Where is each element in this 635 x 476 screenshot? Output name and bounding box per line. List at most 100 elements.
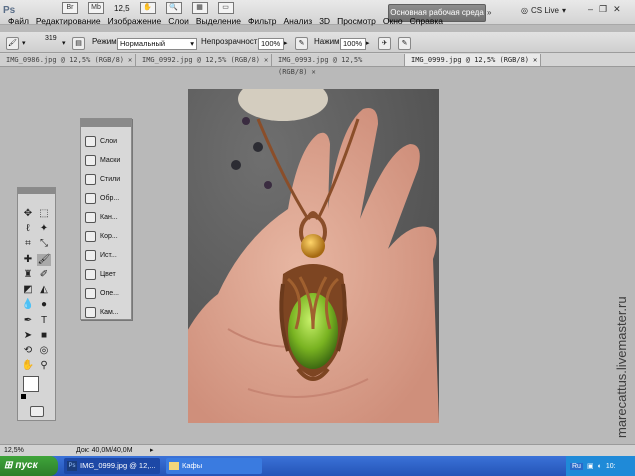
panel-masks[interactable]: Маски	[85, 154, 129, 166]
tab-img-0992[interactable]: IMG_0992.jpg @ 12,5% (RGB/8) ✕	[136, 54, 272, 66]
menu-layers[interactable]: Слои	[168, 16, 189, 26]
chevron-right-icon[interactable]: ▸	[150, 446, 154, 454]
opacity-input[interactable]: 100%	[258, 38, 284, 50]
dodge-tool-icon[interactable]: ●	[37, 299, 51, 311]
mode-select[interactable]: Нормальный ▾	[117, 38, 197, 50]
document-canvas[interactable]	[188, 89, 439, 423]
panel-label: Маски	[100, 156, 121, 164]
minimize-icon[interactable]: –	[588, 4, 593, 15]
mini-bridge-icon[interactable]: Mb	[88, 2, 104, 14]
hand-tool-icon[interactable]: ✋	[139, 2, 156, 14]
menu-help[interactable]: Справка	[410, 16, 443, 26]
panel-channels[interactable]: Кан...	[85, 211, 129, 223]
panel-dock-header[interactable]	[81, 119, 131, 127]
brush-tool-preset-icon[interactable]: 🖌	[6, 37, 19, 50]
eraser-tool-icon[interactable]: ◩	[21, 284, 35, 296]
screen-mode-icon[interactable]: ▭	[217, 2, 234, 14]
brush-panel-icon[interactable]: ▤	[72, 37, 85, 50]
lasso-tool-icon[interactable]: ℓ	[21, 223, 35, 235]
crop-tool-icon[interactable]: ⌗	[21, 238, 35, 250]
pressure-input[interactable]: 100%	[340, 38, 366, 50]
type-tool-icon[interactable]: T	[37, 315, 51, 327]
3d-orbit-tool-icon[interactable]: ◎	[37, 345, 51, 357]
chevron-right-icon[interactable]: ▸	[366, 39, 370, 47]
marquee-tool-icon[interactable]: ⬚	[37, 208, 51, 220]
menu-3d[interactable]: 3D	[319, 16, 330, 26]
quick-select-tool-icon[interactable]: ✦	[37, 223, 51, 235]
system-tray: Ru ▣ ◐ 10:	[566, 456, 635, 476]
history-icon	[85, 249, 96, 261]
network-icon[interactable]: ▣	[587, 462, 594, 470]
restore-icon[interactable]: ❐	[599, 4, 607, 15]
zoom-tool-icon[interactable]: 🔍	[165, 2, 182, 14]
panel-layers[interactable]: Слои	[85, 135, 129, 147]
menu-view[interactable]: Просмотр	[337, 16, 376, 26]
airbrush-icon[interactable]: ✈	[378, 37, 391, 50]
close-icon[interactable]: ✕	[312, 68, 316, 76]
pressure-size-icon[interactable]: ✎	[398, 37, 411, 50]
bridge-icon[interactable]: Br	[62, 2, 78, 14]
cs-live-menu[interactable]: ◎ CS Live ▾	[521, 6, 566, 15]
taskbar-item-folder[interactable]: Кафы	[166, 458, 262, 474]
history-brush-tool-icon[interactable]: ✐	[37, 269, 51, 281]
close-icon[interactable]: ✕	[264, 56, 268, 64]
menu-image[interactable]: Изображение	[108, 16, 162, 26]
chevron-down-icon[interactable]: ▾	[22, 39, 26, 47]
3d-rotate-tool-icon[interactable]: ⟲	[21, 345, 35, 357]
quick-mask-icon[interactable]	[30, 406, 44, 417]
clock[interactable]: 10:	[606, 463, 616, 470]
shape-tool-icon[interactable]: ■	[37, 330, 51, 342]
clone-stamp-tool-icon[interactable]: ♜	[21, 269, 35, 281]
close-icon[interactable]: ✕	[533, 56, 537, 64]
tools-header[interactable]	[18, 188, 55, 194]
arrange-documents-icon[interactable]: ▦	[191, 2, 208, 14]
default-colors-icon[interactable]	[21, 394, 26, 399]
menu-filter[interactable]: Фильтр	[248, 16, 277, 26]
panel-styles[interactable]: Стили	[85, 173, 129, 185]
move-tool-icon[interactable]: ✥	[21, 208, 35, 220]
brush-size[interactable]: 319	[45, 35, 57, 42]
panel-camera[interactable]: Кам...	[85, 306, 129, 318]
tab-img-0999[interactable]: IMG_0999.jpg @ 12,5% (RGB/8) ✕	[405, 54, 541, 66]
menu-file[interactable]: Файл	[8, 16, 29, 26]
zoom-level[interactable]: 12,5	[114, 4, 130, 13]
camera-icon	[85, 306, 96, 318]
eyedropper-tool-icon[interactable]: ⤡	[37, 238, 51, 250]
close-icon[interactable]: ✕	[613, 4, 621, 15]
brush-tool-icon[interactable]: 🖌	[37, 254, 51, 266]
chevron-down-icon[interactable]: ▾	[62, 39, 66, 47]
tab-img-0986[interactable]: IMG_0986.jpg @ 12,5% (RGB/8) ✕	[0, 54, 136, 66]
chevron-right-icon[interactable]: ▸	[284, 39, 288, 47]
start-label: пуск	[15, 460, 38, 471]
path-selection-tool-icon[interactable]: ➤	[21, 330, 35, 342]
foreground-color-swatch[interactable]	[23, 376, 39, 392]
workspace-arrow-icon[interactable]: »	[487, 8, 491, 17]
pen-tool-icon[interactable]: ✒	[21, 315, 35, 327]
blur-tool-icon[interactable]: 💧	[21, 299, 35, 311]
taskbar-item-photoshop[interactable]: Ps IMG_0999.jpg @ 12,...	[64, 458, 160, 474]
panel-samples[interactable]: Обр...	[85, 192, 129, 204]
paint-bucket-tool-icon[interactable]: ◭	[37, 284, 51, 296]
start-button[interactable]: ⊞ пуск	[0, 456, 58, 476]
tools-panel: ✥ ⬚ ℓ ✦ ⌗ ⤡ ✚ 🖌 ♜ ✐ ◩ ◭ 💧 ● ✒ T ➤ ■ ⟲ ◎ …	[17, 187, 56, 421]
menu-edit[interactable]: Редактирование	[36, 16, 101, 26]
menu-window[interactable]: Окно	[383, 16, 403, 26]
windows-logo-icon: ⊞	[4, 460, 13, 471]
adjustments-icon	[85, 230, 96, 242]
zoom-status[interactable]: 12,5%	[4, 447, 24, 454]
zoom-tool-icon[interactable]: ⚲	[37, 360, 51, 372]
pressure-opacity-icon[interactable]: ✎	[295, 37, 308, 50]
folder-icon	[169, 462, 179, 470]
hand-tool-icon[interactable]: ✋	[21, 360, 35, 372]
tab-img-0993[interactable]: IMG_0993.jpg @ 12,5% (RGB/8) ✕	[272, 54, 405, 76]
volume-icon[interactable]: ◐	[598, 463, 602, 470]
language-indicator[interactable]: Ru	[570, 462, 583, 470]
menu-analysis[interactable]: Анализ	[284, 16, 313, 26]
panel-actions[interactable]: Опе...	[85, 287, 129, 299]
close-icon[interactable]: ✕	[128, 56, 132, 64]
menu-select[interactable]: Выделение	[196, 16, 241, 26]
panel-color[interactable]: Цвет	[85, 268, 129, 280]
panel-history[interactable]: Ист...	[85, 249, 129, 261]
panel-adjustments[interactable]: Кор...	[85, 230, 129, 242]
healing-brush-tool-icon[interactable]: ✚	[21, 254, 35, 266]
